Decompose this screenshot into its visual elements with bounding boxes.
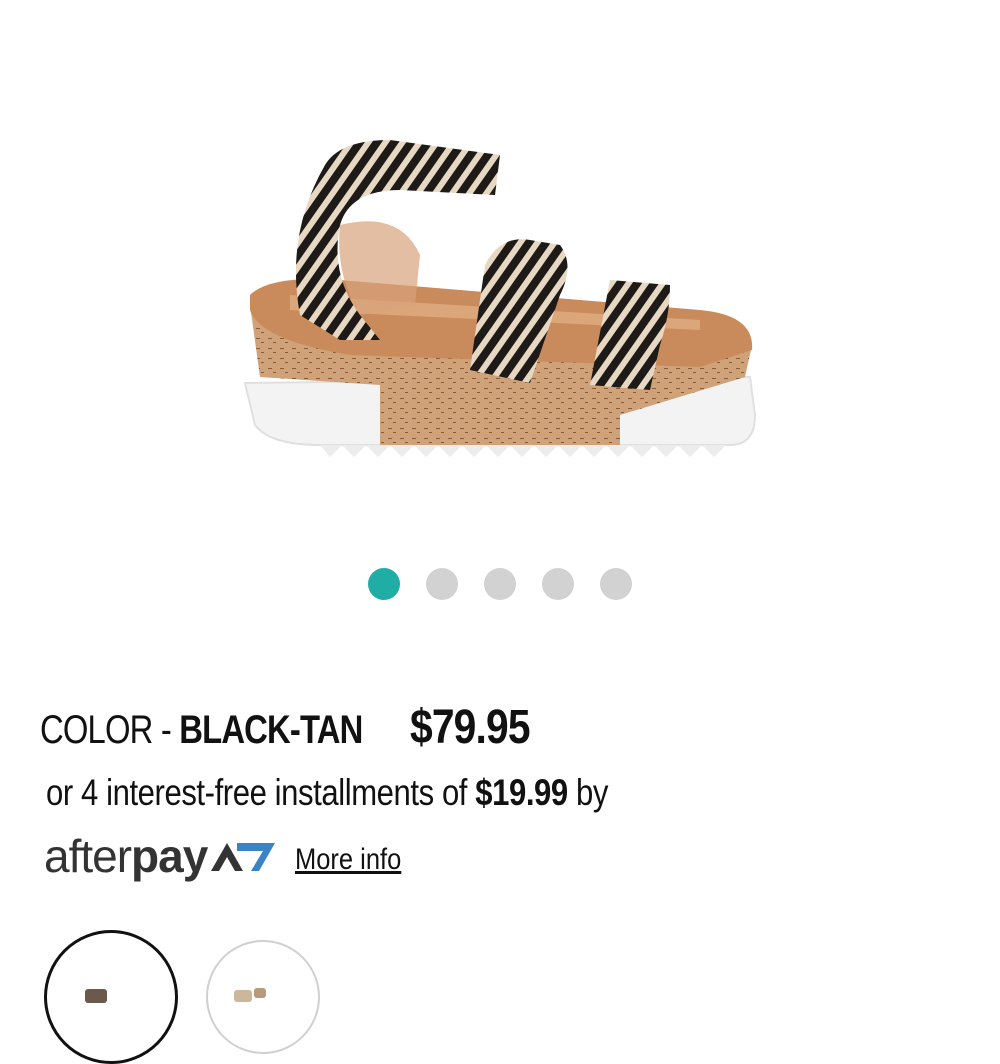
carousel-dot-4[interactable] [542, 568, 574, 600]
afterpay-logo-after: after [44, 830, 132, 882]
swatch-sandal-icon [234, 988, 266, 1002]
carousel-pagination [0, 568, 1000, 600]
carousel-dot-2[interactable] [426, 568, 458, 600]
afterpay-logo-pay: pay [131, 830, 208, 882]
afterpay-row: after pay More info [44, 826, 420, 886]
product-price: $79.95 [410, 701, 531, 754]
sandal-illustration [243, 140, 757, 457]
installments-suffix: by [567, 772, 608, 813]
installments-amount: $19.99 [475, 772, 568, 813]
color-swatch-black-tan[interactable] [44, 930, 178, 1064]
installments-prefix: or 4 interest-free installments of [46, 772, 476, 813]
installments-text: or 4 interest-free installments of $19.9… [46, 772, 608, 814]
more-info-link[interactable]: More info [295, 843, 401, 877]
color-label: COLOR - BLACK-TAN [40, 708, 363, 753]
swatch-sandal-icon [85, 989, 107, 1003]
color-prefix: COLOR - [40, 708, 180, 752]
carousel-dot-5[interactable] [600, 568, 632, 600]
carousel-dot-3[interactable] [484, 568, 516, 600]
carousel-dot-1[interactable] [368, 568, 400, 600]
color-price-row: COLOR - BLACK-TAN $79.95 [40, 700, 551, 756]
afterpay-arrows-icon [211, 843, 276, 871]
afterpay-logo: after pay [44, 829, 279, 883]
product-image[interactable] [230, 115, 770, 495]
color-value: BLACK-TAN [179, 708, 363, 752]
color-swatch-alt[interactable] [206, 940, 320, 1054]
